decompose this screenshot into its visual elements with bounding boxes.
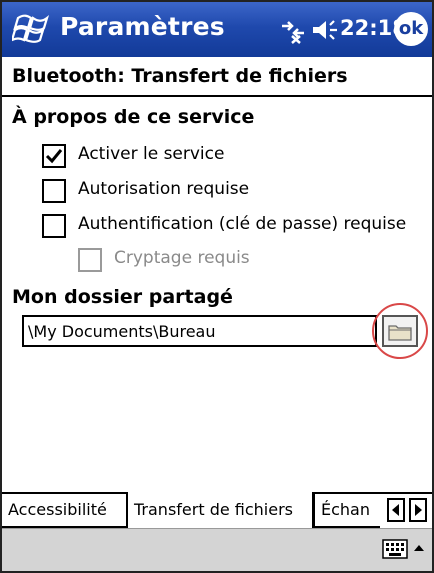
page-header: Bluetooth: Transfert de fichiers <box>2 57 432 97</box>
enable-service-option[interactable]: Activer le service <box>42 144 342 172</box>
ok-button[interactable]: ok <box>394 12 428 46</box>
windows-flag-icon[interactable] <box>12 10 52 48</box>
menu-bar <box>2 528 432 571</box>
authentication-required-label[interactable]: Authentification (clé de passe) requise <box>78 214 406 234</box>
about-service-heading: À propos de ce service <box>12 106 255 128</box>
shared-folder-path-input[interactable] <box>22 315 377 347</box>
checkmark-icon <box>45 149 63 164</box>
arrow-left-icon <box>392 504 399 516</box>
encryption-required-option: Cryptage requis <box>78 248 338 276</box>
encryption-required-checkbox <box>78 248 102 272</box>
pocket-pc-screen: Paramètres 22:18 ok Bluetooth: Transfert… <box>0 0 434 573</box>
tab-file-transfer[interactable]: Transfert de fichiers <box>126 492 314 528</box>
page-title: Bluetooth: Transfert de fichiers <box>12 65 348 87</box>
tab-scroll-right-button[interactable] <box>409 498 427 522</box>
app-title[interactable]: Paramètres <box>60 12 225 41</box>
authentication-required-checkbox[interactable] <box>42 214 66 238</box>
authentication-required-option[interactable]: Authentification (clé de passe) requise <box>42 214 422 242</box>
folder-button-highlight-circle <box>372 303 428 359</box>
shared-folder-heading: Mon dossier partagé <box>12 286 233 308</box>
speaker-icon[interactable] <box>310 16 340 44</box>
tab-scroll-left-button[interactable] <box>387 498 405 522</box>
connectivity-icon[interactable] <box>278 16 308 44</box>
keyboard-icon[interactable] <box>382 539 408 559</box>
tab-accessibility[interactable]: Accessibilité <box>2 492 126 528</box>
arrow-right-icon <box>415 504 422 516</box>
authorization-required-label[interactable]: Autorisation requise <box>78 179 249 199</box>
encryption-required-label: Cryptage requis <box>114 248 250 268</box>
title-bar: Paramètres 22:18 ok <box>2 2 432 57</box>
arrow-up-icon[interactable] <box>412 541 426 555</box>
authorization-required-checkbox[interactable] <box>42 179 66 203</box>
authorization-required-option[interactable]: Autorisation requise <box>42 179 342 207</box>
tab-bar: Accessibilité Transfert de fichiers Écha… <box>2 492 432 528</box>
tab-exchange[interactable]: Échan <box>314 492 380 528</box>
enable-service-label[interactable]: Activer le service <box>78 144 224 164</box>
enable-service-checkbox[interactable] <box>42 144 66 168</box>
